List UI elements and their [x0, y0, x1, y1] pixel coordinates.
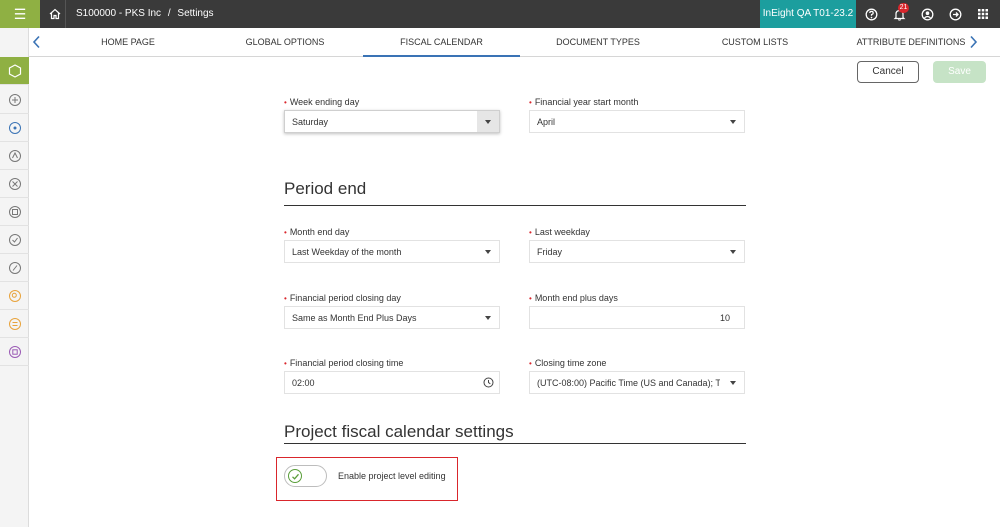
chevron-down-icon[interactable] — [477, 241, 499, 262]
project-settings-divider — [284, 443, 746, 444]
apps-grid-icon[interactable] — [969, 0, 997, 28]
week-ending-day-label: • Week ending day — [284, 97, 360, 107]
month-end-day-value: Last Weekday of the month — [292, 247, 402, 257]
closing-day-label: • Financial period closing day — [284, 293, 401, 303]
tab-custom-lists[interactable]: CUSTOM LISTS — [710, 28, 800, 57]
closing-time-label: • Financial period closing time — [284, 358, 404, 368]
month-end-plus-days-label: • Month end plus days — [529, 293, 618, 303]
sign-out-icon[interactable] — [941, 0, 969, 28]
chevron-down-icon[interactable] — [722, 241, 744, 262]
cancel-button[interactable]: Cancel — [857, 61, 919, 83]
menu-icon[interactable]: ☰ — [0, 0, 40, 28]
last-weekday-select[interactable]: Friday — [529, 240, 745, 263]
project-editing-label: Enable project level editing — [338, 471, 446, 481]
module-icon-3[interactable] — [0, 142, 29, 170]
check-icon — [288, 469, 302, 483]
fy-start-month-select[interactable]: April — [529, 110, 745, 133]
module-icon-8[interactable] — [0, 282, 29, 310]
tab-home-page[interactable]: HOME PAGE — [78, 28, 178, 57]
tab-global-options[interactable]: GLOBAL OPTIONS — [228, 28, 342, 57]
breadcrumb: S100000 - PKS Inc / Settings — [76, 0, 214, 28]
breadcrumb-separator: / — [167, 8, 171, 19]
module-icon-2[interactable] — [0, 114, 29, 142]
project-editing-toggle[interactable] — [284, 465, 327, 487]
module-icon-4[interactable] — [0, 170, 29, 198]
closing-timezone-value: (UTC-08:00) Pacific Time (US and Canada)… — [537, 378, 720, 388]
notifications-icon[interactable]: 21 — [885, 0, 913, 28]
clock-icon[interactable] — [477, 372, 499, 393]
chevron-down-icon[interactable] — [477, 111, 499, 132]
chevron-down-icon[interactable] — [722, 111, 744, 132]
tabs-scroll-left-icon[interactable] — [32, 35, 42, 54]
help-icon[interactable] — [857, 0, 885, 28]
breadcrumb-page: Settings — [177, 8, 214, 19]
environment-label[interactable]: InEight QA T01-23.2 — [760, 0, 856, 28]
tab-attribute-definitions[interactable]: ATTRIBUTE DEFINITIONS — [856, 28, 966, 57]
last-weekday-value: Friday — [537, 247, 563, 257]
project-settings-title: Project fiscal calendar settings — [284, 422, 514, 441]
chevron-down-icon[interactable] — [722, 372, 744, 393]
period-end-title: Period end — [284, 179, 367, 198]
user-icon[interactable] — [913, 0, 941, 28]
module-icon-1[interactable] — [0, 86, 29, 114]
fy-start-month-label: • Financial year start month — [529, 97, 639, 107]
notification-badge: 21 — [898, 3, 909, 13]
closing-timezone-label: • Closing time zone — [529, 358, 607, 368]
month-end-plus-days-input[interactable]: 10 — [529, 306, 745, 329]
tabs-scroll-right-icon[interactable] — [968, 35, 978, 54]
app-rail — [0, 28, 29, 527]
module-icon-7[interactable] — [0, 254, 29, 282]
breadcrumb-company[interactable]: S100000 - PKS Inc — [76, 8, 161, 19]
module-icon-6[interactable] — [0, 226, 29, 254]
month-end-plus-days-value: 10 — [719, 313, 730, 323]
module-icon-9[interactable] — [0, 310, 29, 338]
fy-start-month-value: April — [537, 117, 556, 127]
week-ending-day-select[interactable]: Saturday — [284, 110, 500, 133]
week-ending-day-value: Saturday — [292, 117, 329, 127]
closing-day-value: Same as Month End Plus Days — [292, 313, 417, 323]
month-end-day-label: • Month end day — [284, 227, 350, 237]
closing-day-select[interactable]: Same as Month End Plus Days — [284, 306, 500, 329]
closing-timezone-select[interactable]: (UTC-08:00) Pacific Time (US and Canada)… — [529, 371, 745, 394]
tab-document-types[interactable]: DOCUMENT TYPES — [548, 28, 648, 57]
action-bar — [29, 57, 1000, 89]
closing-time-input[interactable]: 02:00 — [284, 371, 500, 394]
top-bar: ☰ S100000 - PKS Inc / Settings InEight Q… — [0, 0, 1000, 28]
settings-tab-bar: HOME PAGE GLOBAL OPTIONS FISCAL CALENDAR… — [0, 28, 1000, 57]
home-icon[interactable] — [44, 0, 66, 28]
last-weekday-label: • Last weekday — [529, 227, 590, 237]
tab-fiscal-calendar[interactable]: FISCAL CALENDAR — [363, 28, 520, 57]
module-icon-5[interactable] — [0, 198, 29, 226]
month-end-day-select[interactable]: Last Weekday of the month — [284, 240, 500, 263]
module-icon-10[interactable] — [0, 338, 29, 366]
chevron-down-icon[interactable] — [477, 307, 499, 328]
app-home-icon[interactable] — [0, 57, 29, 85]
period-end-divider — [284, 205, 746, 206]
closing-time-value: 02:00 — [292, 378, 315, 388]
save-button[interactable]: Save — [933, 61, 986, 83]
